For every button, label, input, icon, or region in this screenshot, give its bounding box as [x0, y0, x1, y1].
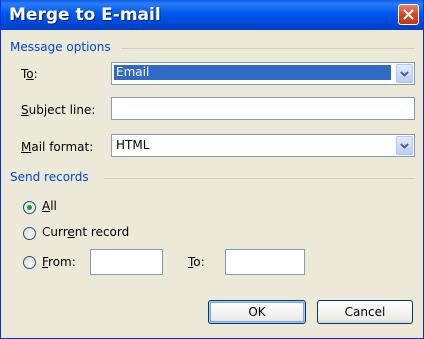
current-label-text-1: Curr	[42, 225, 68, 239]
from-label-text-2: rom:	[48, 255, 76, 269]
all-label-accesskey: A	[42, 199, 51, 213]
cancel-button[interactable]: Cancel	[317, 300, 413, 324]
window-title: Merge to E-mail	[9, 5, 161, 25]
all-label[interactable]: All	[42, 199, 57, 213]
chevron-down-icon	[400, 70, 409, 77]
merge-to-email-dialog: Merge to E-mail Message options To: Emai…	[0, 0, 424, 339]
to-label-text-2: :	[33, 67, 38, 81]
mail-format-label: Mail format:	[21, 140, 93, 154]
to-record-label-text-2: o:	[193, 255, 205, 269]
mail-format-value: HTML	[116, 138, 150, 152]
close-button[interactable]	[398, 4, 419, 25]
message-options-heading: Message options	[10, 40, 111, 54]
mail-format-dropdown-button[interactable]	[396, 136, 413, 155]
send-records-heading: Send records	[10, 170, 89, 184]
all-radio[interactable]	[23, 201, 36, 214]
to-record-input[interactable]	[225, 249, 305, 275]
send-records-separator	[104, 178, 415, 179]
close-icon	[403, 9, 414, 20]
to-dropdown-button[interactable]	[396, 64, 413, 83]
chevron-down-icon	[400, 142, 409, 149]
ok-button[interactable]: OK	[208, 300, 306, 324]
subject-label-accesskey: S	[21, 103, 29, 117]
current-label-accesskey: e	[67, 225, 75, 239]
current-record-radio[interactable]	[23, 227, 36, 240]
from-record-input[interactable]	[90, 249, 163, 275]
current-record-label[interactable]: Current record	[42, 225, 129, 239]
from-label[interactable]: From:	[42, 255, 76, 269]
to-combobox[interactable]: Email	[111, 62, 415, 85]
current-label-text-2: nt record	[74, 225, 130, 239]
format-label-accesskey: M	[21, 140, 32, 154]
title-bar[interactable]: Merge to E-mail	[1, 0, 423, 30]
subject-label-text-2: ubject line:	[28, 103, 96, 117]
to-combobox-value: Email	[114, 65, 391, 80]
format-label-text-2: ail format:	[31, 140, 94, 154]
subject-line-label: Subject line:	[21, 103, 95, 117]
from-radio[interactable]	[23, 256, 36, 269]
to-label: To:	[21, 67, 38, 81]
all-label-text-2: ll	[50, 199, 57, 213]
subject-line-input[interactable]	[111, 97, 415, 120]
mail-format-combobox[interactable]: HTML	[111, 134, 415, 157]
to-label-accesskey: o	[26, 67, 34, 81]
to-record-label: To:	[188, 255, 205, 269]
radio-selected-dot	[27, 205, 32, 210]
message-options-separator	[121, 48, 415, 49]
